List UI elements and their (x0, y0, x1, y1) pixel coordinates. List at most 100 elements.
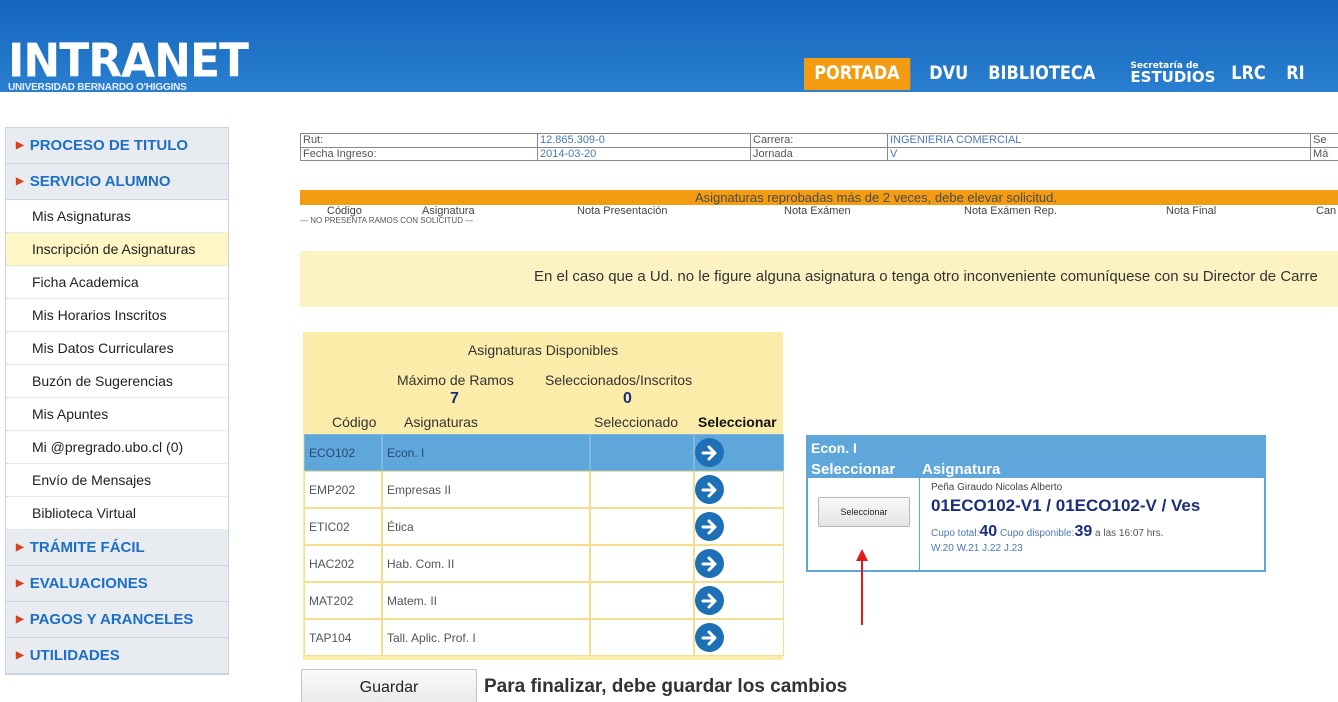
disponibles-title: Asignaturas Disponibles (467, 342, 619, 358)
table-row[interactable]: ECO102 Econ. I (304, 434, 784, 471)
seleccionados-label: Seleccionados/Inscritos (545, 372, 693, 388)
sidebar-section-tramite-facil[interactable]: ▶ TRÁMITE FÁCIL (6, 530, 228, 566)
course-section-panel: Econ. I Seleccionar Asignatura Seleccion… (806, 435, 1266, 572)
fecha-ingreso-value: 2014-03-20 (537, 147, 750, 161)
table-row[interactable]: MAT202 Matem. II (304, 582, 784, 619)
sidebar: ▶ PROCESO DE TITULO ▶ SERVICIO ALUMNO Mis … (5, 127, 229, 675)
sidebar-section-servicio-alumno[interactable]: ▶ SERVICIO ALUMNO (6, 164, 228, 200)
sidebar-item-ficha-academica[interactable]: Ficha Academica (6, 266, 228, 299)
arrow-right-icon[interactable] (695, 475, 724, 504)
table-row[interactable]: ETIC02 Ética (304, 508, 784, 545)
arrow-right-icon[interactable] (695, 512, 724, 541)
row-code: ETIC02 (304, 508, 382, 545)
nav-dvu[interactable]: DVU (919, 58, 978, 90)
row-selected (590, 434, 694, 471)
carrera-value: INGENIERIA COMERCIAL (887, 133, 1310, 147)
guardar-button[interactable]: Guardar (301, 669, 477, 702)
row-selected (590, 471, 694, 508)
row-name: Hab. Com. II (382, 545, 590, 582)
row-name: Ética (382, 508, 590, 545)
cupo-disp-value: 39 (1074, 523, 1093, 540)
sidebar-section-label: PROCESO DE TITULO (29, 137, 189, 154)
jornada-value: V (887, 147, 1310, 161)
course-section-col-asignatura: Asignatura (922, 461, 1001, 478)
caret-right-icon: ▶ (16, 578, 24, 589)
row-selected (590, 619, 694, 656)
caret-right-icon: ▶ (16, 650, 24, 661)
course-section-header: Econ. I Seleccionar Asignatura (808, 437, 1264, 478)
sidebar-item-datos-curriculares[interactable]: Mis Datos Curriculares (6, 332, 228, 365)
fecha-ingreso-label: Fecha Ingreso: (300, 147, 537, 161)
intranet-logo[interactable]: INTRANET UNIVERSIDAD BERNARDO O'HIGGINS (8, 38, 249, 93)
sidebar-item-pregrado-mail[interactable]: Mi @pregrado.ubo.cl (0) (6, 431, 228, 464)
asignaturas-grid: ECO102 Econ. I EMP202 Empresas II ETIC02… (304, 434, 784, 656)
student-info-table: Rut: 12.865.309-0 Carrera: INGENIERIA CO… (300, 133, 1338, 161)
seleccionar-button[interactable]: Seleccionar (818, 497, 910, 527)
sidebar-item-mis-asignaturas[interactable]: Mis Asignaturas (6, 200, 228, 233)
sidebar-section-label: PAGOS Y ARANCELES (29, 611, 194, 628)
sidebar-item-biblioteca-virtual[interactable]: Biblioteca Virtual (6, 497, 228, 530)
nav-lrc[interactable]: LRC (1221, 58, 1276, 90)
table-row[interactable]: TAP104 Tall. Aplic. Prof. I (304, 619, 784, 656)
sidebar-item-buzon[interactable]: Buzón de Sugerencias (6, 365, 228, 398)
sidebar-item-inscripcion[interactable]: Inscripción de Asignaturas (6, 233, 228, 266)
table-row[interactable]: HAC202 Hab. Com. II (304, 545, 784, 582)
nav-portada[interactable]: PORTADA (804, 58, 910, 90)
nav-biblioteca[interactable]: BIBLIOTECA (978, 58, 1105, 90)
course-section-col-seleccionar: Seleccionar (811, 461, 896, 478)
cupo-disp-label: Cupo disponible: (999, 528, 1075, 539)
arrow-right-icon[interactable] (695, 438, 724, 467)
reprobadas-col-nota-final: Nota Final (1166, 205, 1217, 217)
sidebar-item-horarios[interactable]: Mis Horarios Inscritos (6, 299, 228, 332)
cupo-total-value: 40 (979, 523, 998, 540)
nav-secretaria-estudios[interactable]: Secretaría de ESTUDIOS (1118, 58, 1227, 90)
seleccionados-value: 0 (623, 390, 632, 407)
cupo-time: a las 16:07 hrs. (1095, 528, 1164, 539)
row-select-cell (694, 582, 784, 619)
sidebar-section-label: TRÁMITE FÁCIL (29, 539, 145, 556)
row-selected (590, 508, 694, 545)
row-code: MAT202 (304, 582, 382, 619)
row-name: Empresas II (382, 471, 590, 508)
row-code: TAP104 (304, 619, 382, 656)
jornada-label: Jornada (750, 147, 887, 161)
nav-ri[interactable]: RI (1276, 58, 1315, 90)
reprobadas-col-nota-examen: Nota Exámen (784, 205, 851, 217)
horario: W.20 W.21 J.22 J.23 (931, 543, 1023, 554)
sidebar-item-envio-mensajes[interactable]: Envío de Mensajes (6, 464, 228, 497)
sidebar-section-pagos[interactable]: ▶ PAGOS Y ARANCELES (6, 602, 228, 638)
row-select-cell (694, 619, 784, 656)
max-label: Má (1310, 147, 1338, 161)
row-name: Tall. Aplic. Prof. I (382, 619, 590, 656)
sidebar-section-utilidades[interactable]: ▶ UTILIDADES (6, 638, 228, 674)
carrera-label: Carrera: (750, 133, 887, 147)
col-seleccionado: Seleccionado (594, 414, 679, 430)
sidebar-section-label: UTILIDADES (29, 647, 120, 664)
rut-value: 12.865.309-0 (537, 133, 750, 147)
row-selected (590, 582, 694, 619)
arrow-right-icon[interactable] (695, 586, 724, 615)
row-code: HAC202 (304, 545, 382, 582)
reprobadas-banner: Asignaturas reprobadas más de 2 veces, d… (300, 190, 1338, 205)
sidebar-item-apuntes[interactable]: Mis Apuntes (6, 398, 228, 431)
row-selected (590, 545, 694, 582)
cupo-info: Cupo total:40 Cupo disponible:39 a las 1… (931, 523, 1163, 541)
cupo-total-label: Cupo total: (931, 528, 980, 539)
sidebar-section-label: EVALUACIONES (29, 575, 148, 592)
reprobadas-empty-message: --- NO PRESENTA RAMOS CON SOLICITUD --- (300, 216, 474, 225)
info-row: Rut: 12.865.309-0 Carrera: INGENIERIA CO… (300, 133, 1338, 147)
row-select-cell (694, 545, 784, 582)
arrow-right-icon[interactable] (695, 549, 724, 578)
row-select-cell (694, 434, 784, 471)
row-name: Matem. II (382, 582, 590, 619)
arrow-right-icon[interactable] (695, 623, 724, 652)
divider (919, 478, 920, 570)
finalizar-message: Para finalizar, debe guardar los cambios (484, 676, 848, 697)
sidebar-section-label: SERVICIO ALUMNO (29, 173, 171, 190)
table-row[interactable]: EMP202 Empresas II (304, 471, 784, 508)
sidebar-section-proceso-titulo[interactable]: ▶ PROCESO DE TITULO (6, 128, 228, 164)
top-navigation: PORTADA DVU BIBLIOTECA Secretaría de EST… (804, 58, 1312, 90)
max-ramos-label: Máximo de Ramos (397, 372, 514, 388)
sidebar-section-evaluaciones[interactable]: ▶ EVALUACIONES (6, 566, 228, 602)
caret-right-icon: ▶ (16, 176, 24, 187)
